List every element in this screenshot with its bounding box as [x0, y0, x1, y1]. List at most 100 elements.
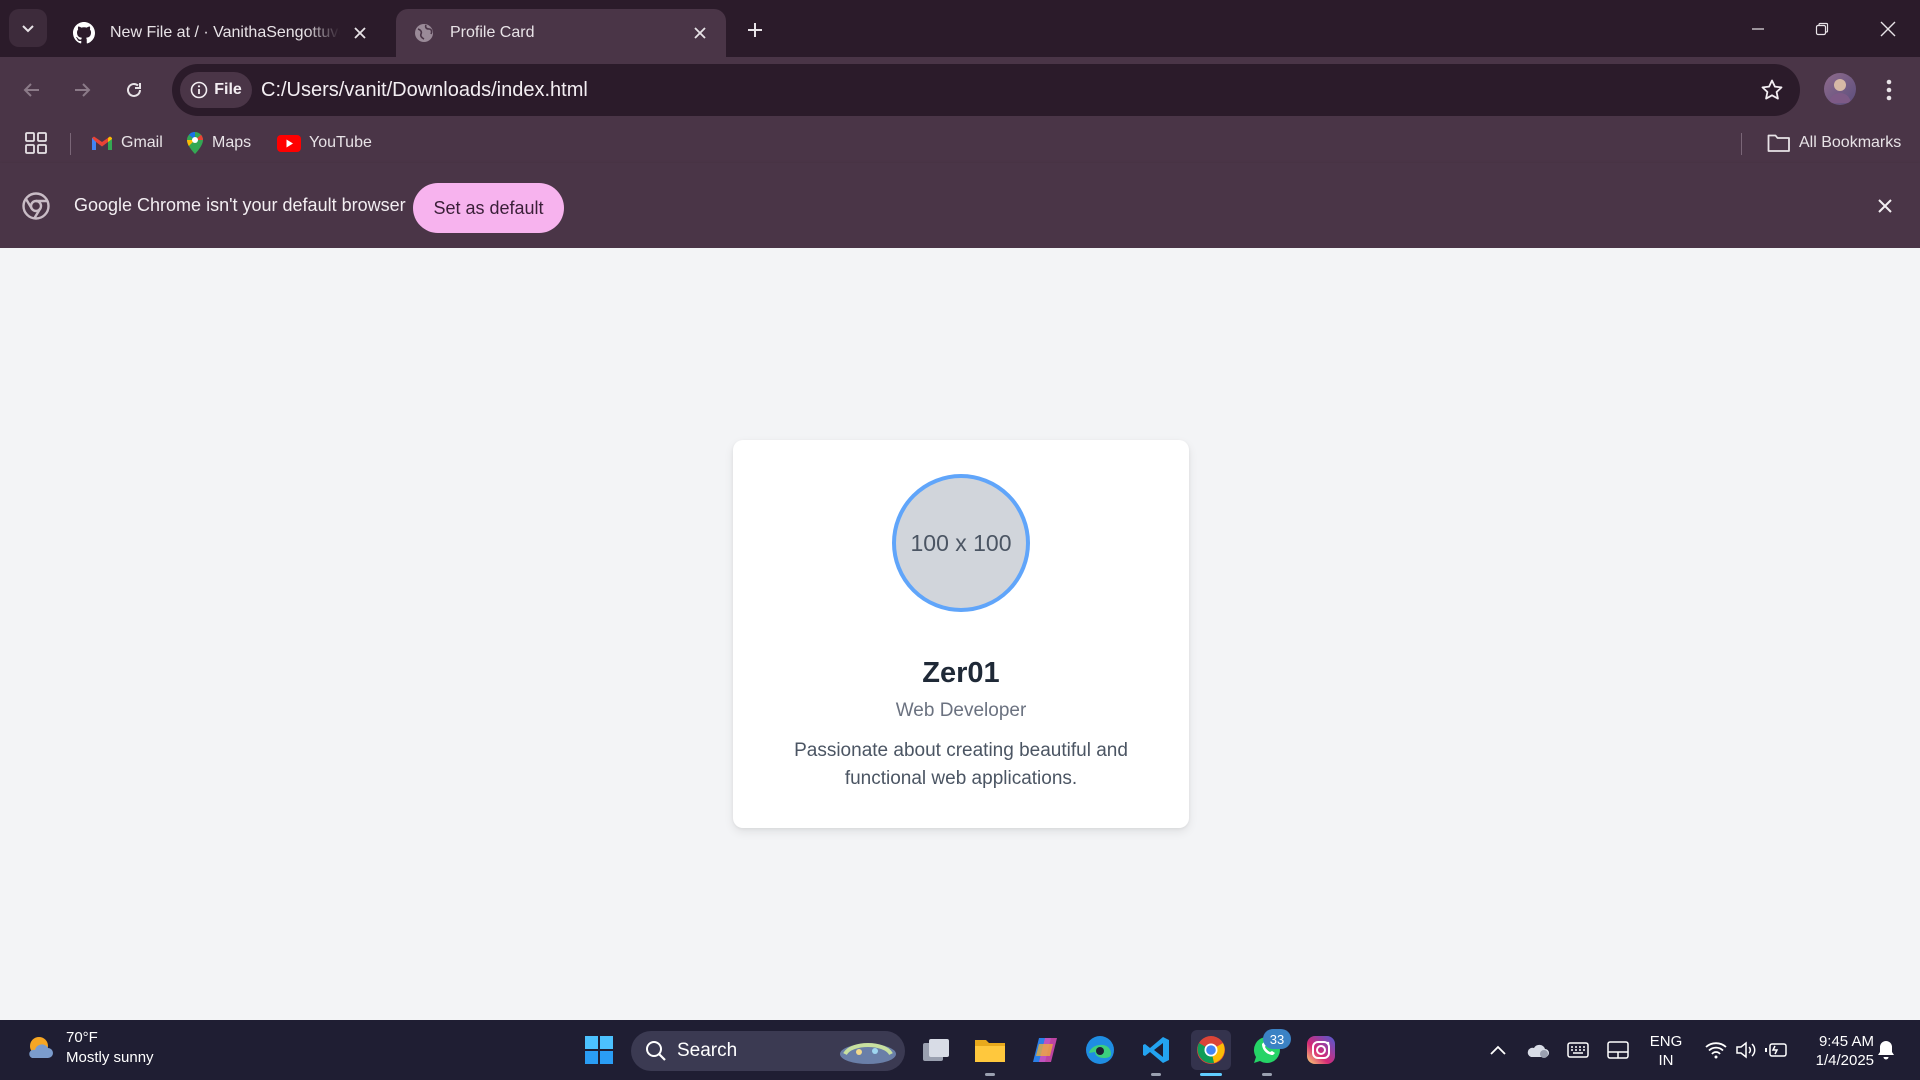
- chrome-icon: [1197, 1036, 1225, 1064]
- task-view-icon: [923, 1039, 949, 1061]
- quick-settings-button[interactable]: [1694, 1030, 1798, 1070]
- plus-icon: [748, 23, 762, 37]
- search-label: Search: [677, 1040, 738, 1061]
- taskbar-search[interactable]: Search: [631, 1031, 905, 1071]
- gmail-icon: [92, 136, 112, 150]
- profile-image-placeholder: 100 x 100: [892, 474, 1030, 612]
- instagram-icon: [1307, 1036, 1335, 1064]
- windows-icon: [585, 1036, 613, 1064]
- profile-card: 100 x 100 Zer01 Web Developer Passionate…: [733, 440, 1189, 828]
- keyboard-tray-button[interactable]: [1558, 1030, 1598, 1070]
- folder-icon: [975, 1040, 1005, 1062]
- volume-icon: [1736, 1041, 1756, 1059]
- task-view-button[interactable]: [916, 1030, 956, 1070]
- browser-toolbar: File C:/Users/vanit/Downloads/index.html: [0, 57, 1920, 123]
- new-tab-button[interactable]: [740, 15, 770, 45]
- show-hidden-icons-button[interactable]: [1478, 1030, 1518, 1070]
- notifications-button[interactable]: [1866, 1030, 1906, 1070]
- clock[interactable]: 9:45 AM 1/4/2025: [1798, 1032, 1874, 1070]
- chrome-taskbar-button[interactable]: [1191, 1030, 1231, 1070]
- start-button[interactable]: [579, 1030, 619, 1070]
- forward-button[interactable]: [62, 70, 102, 110]
- image-placeholder-text: 100 x 100: [910, 529, 1012, 556]
- reload-icon: [127, 82, 141, 97]
- restore-icon: [1815, 22, 1829, 35]
- security-chip-label: File: [214, 81, 242, 98]
- weather-widget[interactable]: 70°F Mostly sunny: [24, 1028, 154, 1068]
- chrome-menu-button[interactable]: [1872, 70, 1906, 110]
- vscode-button[interactable]: [1136, 1030, 1176, 1070]
- running-indicator: [1262, 1073, 1272, 1076]
- sun-cloud-icon: [29, 1037, 53, 1058]
- bookmark-label: Gmail: [121, 134, 163, 151]
- weather-condition: Mostly sunny: [66, 1049, 154, 1066]
- user-icon: [1829, 79, 1851, 103]
- info-icon: [190, 81, 208, 99]
- maps-icon: [187, 132, 203, 154]
- infobar-message: Google Chrome isn't your default browser: [74, 195, 406, 215]
- bookmarks-divider: [1741, 133, 1742, 155]
- chevron-down-icon: [22, 25, 34, 33]
- close-tab-icon[interactable]: [348, 21, 372, 45]
- onedrive-tray-button[interactable]: [1518, 1030, 1558, 1070]
- all-bookmarks-label: All Bookmarks: [1799, 134, 1902, 151]
- back-button[interactable]: [12, 70, 52, 110]
- instagram-button[interactable]: [1301, 1030, 1341, 1070]
- bookmark-star-button[interactable]: [1758, 76, 1786, 104]
- tab-profile-card[interactable]: Profile Card: [396, 9, 726, 57]
- bookmarks-bar: Gmail Maps YouTube All Bookmarks: [0, 123, 1920, 163]
- running-indicator: [1151, 1073, 1161, 1076]
- vscode-icon: [1143, 1037, 1169, 1063]
- profile-name: Zer01: [922, 657, 1000, 689]
- address-bar[interactable]: File C:/Users/vanit/Downloads/index.html: [172, 64, 1800, 116]
- battery-charging-icon: [1765, 1043, 1787, 1057]
- running-indicator: [985, 1073, 995, 1076]
- bookmark-youtube[interactable]: YouTube: [277, 123, 372, 163]
- tab-github-new-file[interactable]: New File at / · VanithaSengottuvel/: [56, 9, 386, 57]
- bell-icon: [1878, 1041, 1894, 1060]
- url-text[interactable]: C:/Users/vanit/Downloads/index.html: [261, 64, 588, 116]
- weather-temp: 70°F: [66, 1029, 98, 1046]
- minimize-icon: [1752, 27, 1764, 30]
- bookmark-gmail[interactable]: Gmail: [91, 123, 163, 163]
- youtube-icon: [277, 134, 301, 152]
- close-window-button[interactable]: [1856, 0, 1920, 57]
- close-icon: [1878, 199, 1892, 213]
- page-viewport: 100 x 100 Zer01 Web Developer Passionate…: [0, 248, 1920, 1020]
- more-vertical-icon: [1886, 79, 1892, 101]
- tab-title: New File at / · VanithaSengottuvel/: [110, 24, 340, 41]
- edge-button[interactable]: [1080, 1030, 1120, 1070]
- edge-icon: [1086, 1036, 1114, 1064]
- minimize-button[interactable]: [1726, 0, 1790, 57]
- all-bookmarks-button[interactable]: All Bookmarks: [1767, 123, 1901, 163]
- profile-avatar[interactable]: [1824, 73, 1856, 105]
- clock-time: 9:45 AM: [1818, 1033, 1874, 1050]
- chevron-up-icon: [1490, 1045, 1506, 1055]
- chrome-icon: [22, 192, 50, 220]
- file-explorer-button[interactable]: [970, 1030, 1010, 1070]
- set-as-default-button[interactable]: Set as default: [413, 183, 564, 233]
- close-tab-icon[interactable]: [688, 21, 712, 45]
- restore-button[interactable]: [1790, 0, 1854, 57]
- tab-search-button[interactable]: [9, 9, 47, 47]
- bookmark-maps[interactable]: Maps: [186, 123, 251, 163]
- star-icon: [1761, 79, 1783, 100]
- copilot-button[interactable]: [1025, 1030, 1065, 1070]
- tab-strip: New File at / · VanithaSengottuvel/ Prof…: [0, 0, 1920, 57]
- site-info-chip[interactable]: File: [180, 72, 252, 108]
- infobar-close-button[interactable]: [1870, 191, 1900, 221]
- apps-button[interactable]: [24, 123, 48, 163]
- language-line1: ENG: [1649, 1033, 1683, 1050]
- keyboard-icon: [1567, 1042, 1589, 1058]
- windows-taskbar: 70°F Mostly sunny Search 33 ENG IN 9:45 …: [0, 1020, 1920, 1080]
- folder-icon: [1767, 134, 1790, 152]
- apps-grid-icon: [25, 132, 47, 154]
- notification-badge: 33: [1263, 1029, 1291, 1049]
- search-icon: [646, 1041, 666, 1061]
- input-language-indicator[interactable]: ENG IN: [1643, 1032, 1689, 1070]
- profile-role: Web Developer: [895, 700, 1027, 721]
- reload-button[interactable]: [114, 70, 154, 110]
- language-line2: IN: [1658, 1052, 1674, 1069]
- touchpad-tray-button[interactable]: [1598, 1030, 1638, 1070]
- profile-bio: Passionate about creating beautiful and …: [794, 740, 1128, 789]
